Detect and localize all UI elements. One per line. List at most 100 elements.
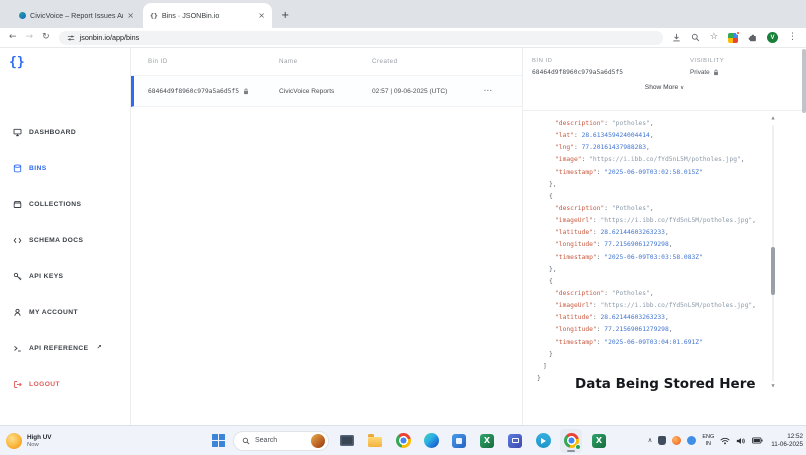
taskbar-edge-icon[interactable] (420, 429, 442, 453)
user-icon (14, 308, 21, 316)
toolbar-actions: ☆ V ⋮ (672, 30, 797, 43)
chevron-down-icon: ∨ (680, 85, 685, 91)
back-button[interactable]: ← (9, 33, 17, 42)
taskbar-word-icon[interactable] (504, 429, 526, 453)
tray-app-orange-icon[interactable] (672, 436, 682, 445)
taskbar-sheets-icon[interactable]: X (588, 429, 610, 453)
tab-jsonbin[interactable]: {} Bins · JSONBin.io × (143, 3, 272, 28)
sidebar-item-dashboard[interactable]: DASHBOARD (0, 114, 130, 150)
annotation-text: Data Being Stored Here (575, 376, 756, 392)
terminal-icon (14, 345, 21, 351)
page-scrollbar[interactable] (801, 48, 806, 425)
lock-icon (244, 88, 248, 94)
close-tab-icon[interactable]: × (258, 11, 265, 20)
sidebar-item-my-account[interactable]: MY ACCOUNT (0, 294, 130, 330)
scroll-down-icon[interactable]: ▼ (769, 384, 777, 389)
site-settings-icon[interactable] (67, 34, 75, 42)
json-lines: "description": "potholes", "lat": 28.6134… (537, 118, 756, 385)
wifi-icon[interactable] (720, 437, 730, 445)
bin-created-text: 02:57 | 09-06-2025 (UTC) (372, 87, 448, 95)
bin-id-text: 68464d9f8960c979a5a6d5f5 (148, 87, 239, 95)
sidebar-item-label: LOGOUT (29, 380, 61, 388)
forward-button[interactable]: → (26, 33, 34, 42)
windows-taskbar: High UV Now Search X X ∧ ENG IN 12:52 11… (0, 425, 806, 455)
new-tab-button[interactable]: + (281, 11, 289, 21)
tray-app-blue-icon[interactable] (687, 436, 697, 445)
bins-table-header: Bin ID Name Created (131, 48, 522, 76)
row-menu-button[interactable]: ⋯ (484, 87, 493, 96)
taskbar-apps: X X (336, 428, 610, 453)
volume-icon[interactable] (736, 437, 746, 445)
lock-icon (713, 69, 718, 76)
json-scrollbar: ▲ ▼ (769, 116, 777, 389)
code-line: "longitude": 77.21569061279298, (555, 326, 673, 334)
sidebar-item-collections[interactable]: COLLECTIONS (0, 186, 130, 222)
clock-date: 11-06-2025 (771, 440, 803, 448)
bin-table-row[interactable]: 68464d9f8960c979a5a6d5f5 CivicVoice Repo… (131, 76, 522, 107)
civicvoice-favicon-icon (19, 12, 26, 19)
taskbar-chrome-active-icon[interactable] (560, 428, 582, 453)
battery-icon[interactable] (752, 437, 763, 444)
sidebar-item-label: BINS (29, 164, 47, 172)
tab-civicvoice[interactable]: CivicVoice – Report Issues Ano × (12, 3, 141, 28)
visibility-text: Private (690, 69, 710, 76)
scroll-up-icon[interactable]: ▲ (769, 116, 777, 121)
code-line: } (549, 350, 553, 358)
sidebar-item-logout[interactable]: LOGOUT (0, 366, 130, 402)
tab-title: CivicVoice – Report Issues Ano (30, 11, 124, 20)
jsonbin-logo[interactable]: {} (9, 55, 25, 70)
region-code: IN (705, 440, 712, 447)
code-line: "image": "https://i.ibb.co/fYd5nL5M/poth… (555, 156, 745, 164)
sidebar-item-label: API REFERENCE (29, 344, 89, 352)
weather-widget[interactable]: High UV Now (6, 432, 52, 449)
extension-notification-icon[interactable] (728, 30, 740, 43)
sun-icon (6, 432, 22, 449)
taskbar-search[interactable]: Search (233, 430, 329, 451)
sidebar-item-api-reference[interactable]: API REFERENCE ↗ (0, 330, 130, 366)
profile-avatar[interactable]: V (767, 32, 778, 43)
bin-detail-header: BIN ID 68464d9f8960c979a5a6d5f5 VISIBILI… (523, 48, 806, 76)
column-bin-id: Bin ID (148, 58, 168, 65)
taskbar-chrome-icon[interactable] (392, 429, 414, 453)
sidebar-item-label: COLLECTIONS (29, 200, 82, 208)
reload-button[interactable]: ↻ (42, 33, 50, 42)
browser-menu-icon[interactable]: ⋮ (788, 33, 797, 42)
code-line: { (549, 192, 553, 200)
code-line: "longitude": 77.21569061279298, (555, 241, 673, 249)
bin-created-cell: 02:57 | 09-06-2025 (UTC) ⋯ (372, 87, 522, 96)
taskbar-excel-icon[interactable]: X (476, 429, 498, 453)
taskbar-telegram-icon[interactable] (532, 429, 554, 453)
jsonbin-app: {} DASHBOARD BINS COLLECTIONS SCHEMA DOC… (0, 48, 806, 425)
search-highlight-icon[interactable] (311, 433, 325, 448)
collections-icon (13, 200, 22, 208)
sidebar-item-api-keys[interactable]: API KEYS (0, 258, 130, 294)
hidden-icons-chevron[interactable]: ∧ (648, 437, 653, 444)
code-line: "timestamp": "2025-06-09T03:04:01.691Z" (555, 338, 703, 346)
search-icon (242, 437, 250, 444)
sidebar-item-label: DASHBOARD (29, 128, 77, 136)
clock-time: 12:52 (787, 432, 803, 440)
taskbar-store-icon[interactable] (448, 429, 470, 453)
bin-detail-panel: BIN ID 68464d9f8960c979a5a6d5f5 VISIBILI… (523, 48, 806, 425)
start-button[interactable] (212, 433, 226, 448)
sidebar-item-bins[interactable]: BINS (0, 150, 130, 186)
language-code: ENG (702, 434, 715, 441)
language-indicator[interactable]: ENG IN (702, 434, 714, 446)
taskbar-terminal-icon[interactable] (336, 429, 358, 453)
visibility-value: Private (690, 69, 724, 76)
sidebar-item-schema-docs[interactable]: SCHEMA DOCS (0, 222, 130, 258)
tray-shield-icon[interactable] (658, 436, 667, 445)
code-line: "description": "Potholes", (555, 289, 654, 297)
scrollbar-thumb[interactable] (771, 247, 775, 295)
extensions-puzzle-icon[interactable] (748, 33, 757, 42)
taskbar-file-explorer-icon[interactable] (364, 429, 386, 453)
address-bar[interactable]: jsonbin.io/app/bins (58, 30, 663, 45)
code-line: "timestamp": "2025-06-09T03:02:58.015Z" (555, 168, 703, 176)
page-scrollbar-thumb[interactable] (801, 49, 806, 113)
clock-widget[interactable]: 12:52 11-06-2025 (771, 433, 803, 449)
show-more-button[interactable]: Show More ∨ (523, 84, 806, 92)
close-tab-icon[interactable]: × (127, 11, 134, 20)
search-icon[interactable] (691, 33, 700, 42)
downloads-icon[interactable] (672, 33, 681, 42)
bookmark-star-icon[interactable]: ☆ (710, 33, 718, 42)
